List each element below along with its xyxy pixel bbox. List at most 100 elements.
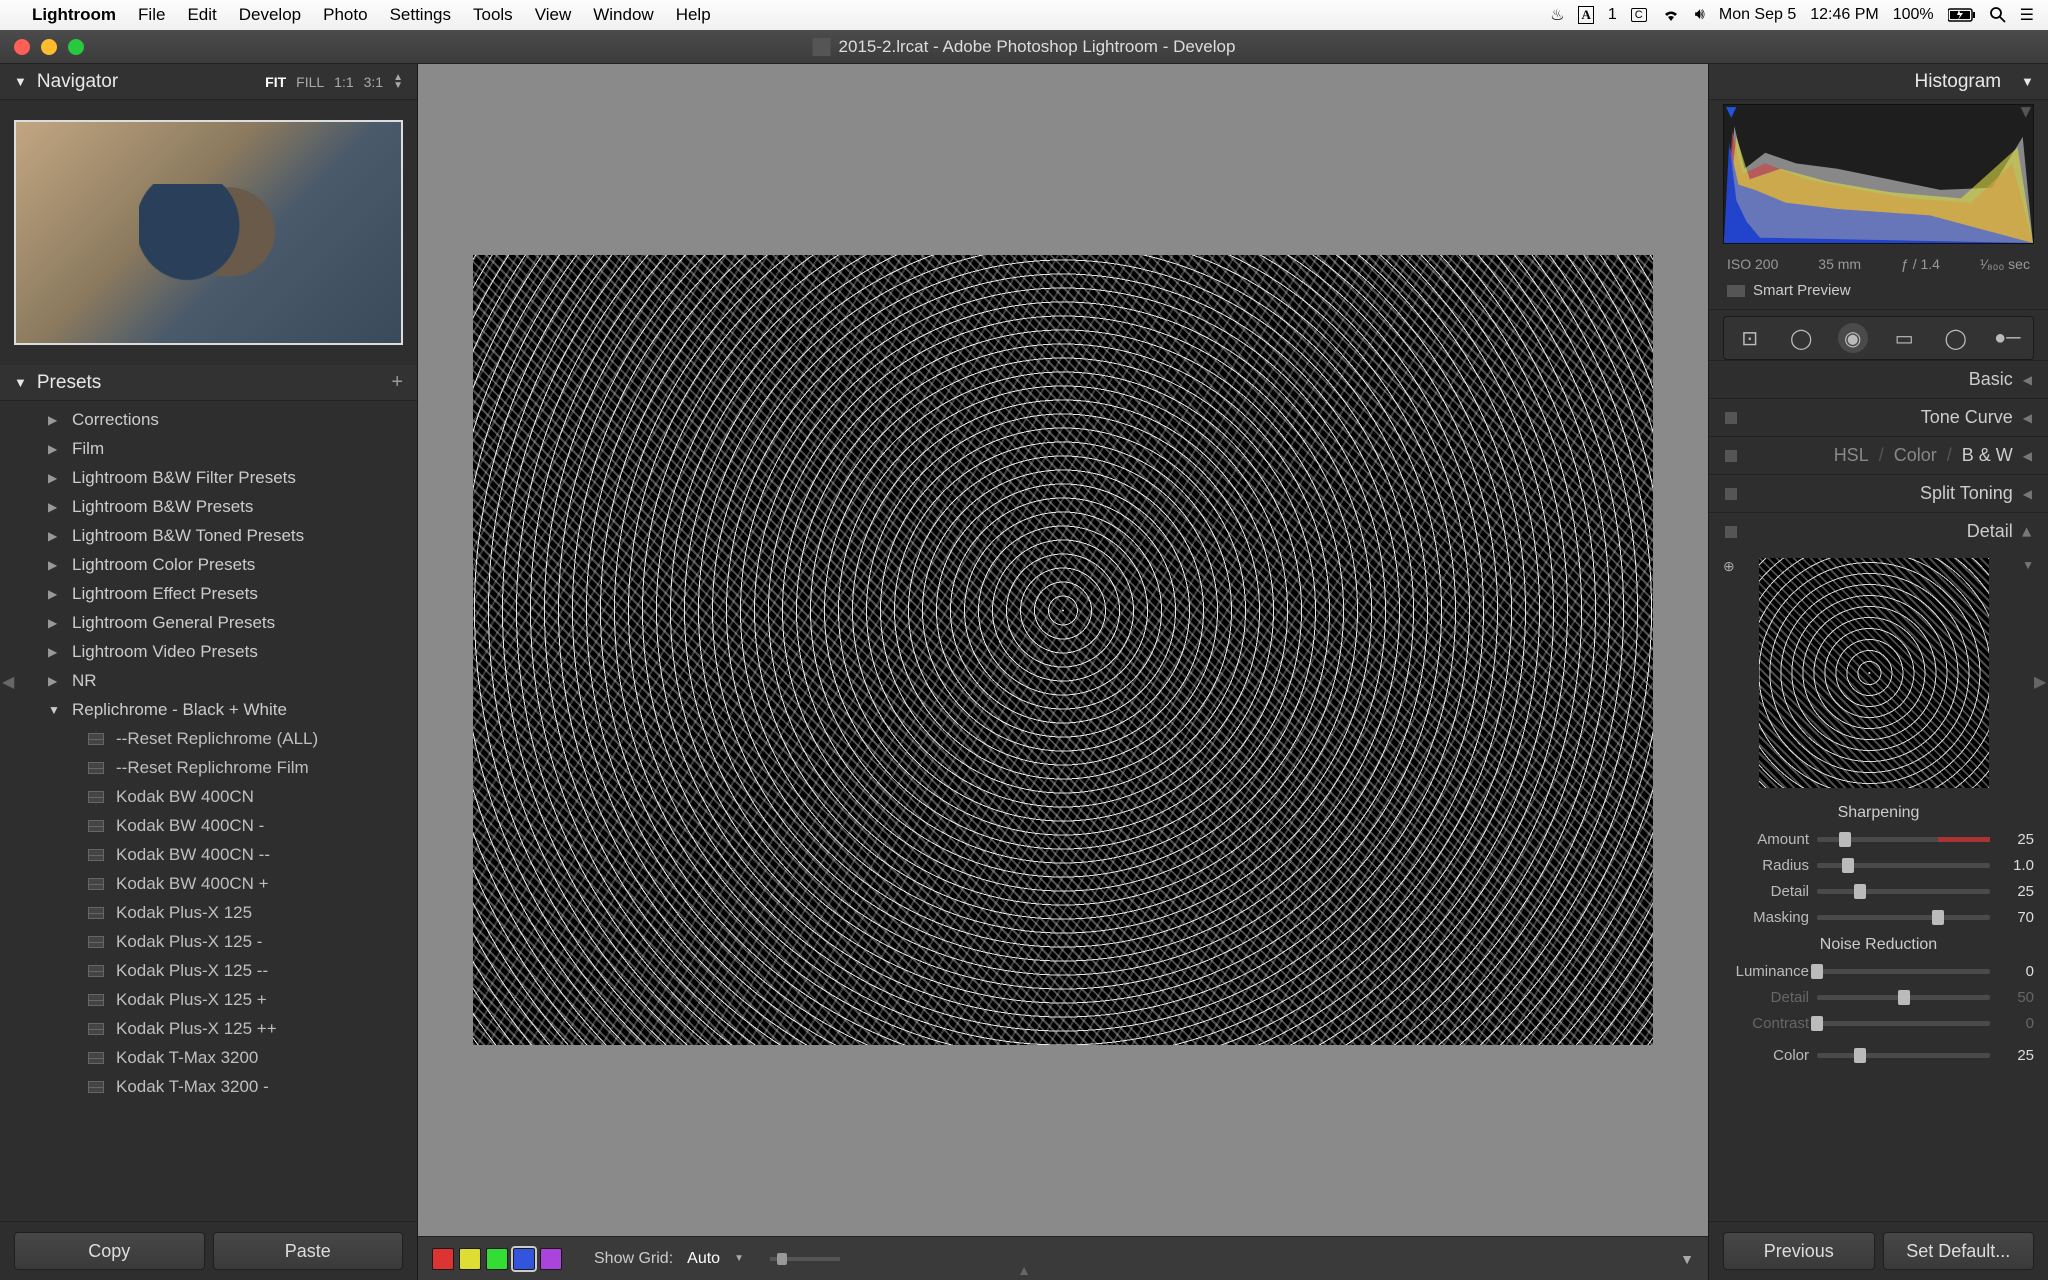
preset-folder[interactable]: ▶NR bbox=[14, 666, 417, 695]
slider-track[interactable] bbox=[1817, 995, 1990, 1000]
window-zoom-button[interactable] bbox=[68, 39, 84, 55]
menubar-app-name[interactable]: Lightroom bbox=[32, 5, 116, 25]
wifi-icon[interactable] bbox=[1661, 8, 1681, 22]
volume-icon[interactable]: 🔊︎ bbox=[1695, 6, 1705, 24]
main-image-preview[interactable] bbox=[473, 255, 1653, 1045]
slider-track[interactable] bbox=[1817, 915, 1990, 920]
redeye-tool-icon[interactable]: ◉ bbox=[1838, 323, 1868, 353]
label-blue[interactable] bbox=[513, 1248, 535, 1270]
preset-folder[interactable]: ▶Lightroom General Presets bbox=[14, 608, 417, 637]
previous-button[interactable]: Previous bbox=[1723, 1232, 1875, 1270]
menu-develop[interactable]: Develop bbox=[239, 5, 301, 25]
graduated-filter-tool-icon[interactable]: ▭ bbox=[1889, 323, 1919, 353]
slider-thumb[interactable] bbox=[1854, 1048, 1866, 1063]
preset-item[interactable]: Kodak Plus-X 125 bbox=[14, 898, 417, 927]
slider-track[interactable] bbox=[1817, 1021, 1990, 1026]
tab-bw[interactable]: B & W bbox=[1962, 445, 2013, 466]
navigator-thumbnail[interactable] bbox=[14, 120, 403, 345]
clock-time[interactable]: 12:46 PM bbox=[1810, 6, 1878, 24]
slider-value[interactable]: 25 bbox=[1998, 831, 2034, 848]
add-preset-button[interactable]: + bbox=[391, 371, 403, 394]
slider-track[interactable] bbox=[1817, 837, 1990, 842]
section-tone-curve[interactable]: Tone Curve◀ bbox=[1709, 398, 2048, 436]
preset-folder[interactable]: ▶Lightroom B&W Filter Presets bbox=[14, 463, 417, 492]
expand-bottom-arrow-icon[interactable]: ▲ bbox=[1017, 1262, 1031, 1278]
label-yellow[interactable] bbox=[459, 1248, 481, 1270]
tab-color[interactable]: Color bbox=[1894, 445, 1937, 466]
clock-day[interactable]: Mon Sep 5 bbox=[1719, 6, 1796, 24]
canvas-area[interactable] bbox=[418, 64, 1708, 1236]
histogram-display[interactable] bbox=[1723, 104, 2034, 244]
slider-value[interactable]: 70 bbox=[1998, 909, 2034, 926]
preset-item[interactable]: Kodak BW 400CN - bbox=[14, 811, 417, 840]
spot-removal-tool-icon[interactable]: ◯ bbox=[1786, 323, 1816, 353]
set-default-button[interactable]: Set Default... bbox=[1883, 1232, 2035, 1270]
menu-extras-icon[interactable]: ☰ bbox=[2020, 5, 2034, 25]
slider-thumb[interactable] bbox=[1839, 832, 1851, 847]
slider-thumb[interactable] bbox=[1842, 858, 1854, 873]
preset-item[interactable]: Kodak Plus-X 125 ++ bbox=[14, 1014, 417, 1043]
preset-item[interactable]: --Reset Replichrome Film bbox=[14, 753, 417, 782]
zoom-1to1[interactable]: 1:1 bbox=[334, 74, 353, 90]
preset-item[interactable]: --Reset Replichrome (ALL) bbox=[14, 724, 417, 753]
window-minimize-button[interactable] bbox=[41, 39, 57, 55]
preset-item[interactable]: Kodak BW 400CN bbox=[14, 782, 417, 811]
panel-switch-icon[interactable] bbox=[1725, 526, 1737, 538]
slider-value[interactable]: 25 bbox=[1998, 1047, 2034, 1064]
preset-folder[interactable]: ▶Lightroom Video Presets bbox=[14, 637, 417, 666]
menu-tools[interactable]: Tools bbox=[473, 5, 513, 25]
spotlight-icon[interactable] bbox=[1990, 7, 2006, 23]
crop-tool-icon[interactable]: ⊡ bbox=[1735, 323, 1765, 353]
slider-track[interactable] bbox=[1817, 863, 1990, 868]
slider-thumb[interactable] bbox=[1811, 1016, 1823, 1031]
zoom-stepper-icon[interactable]: ▲▼ bbox=[393, 74, 403, 90]
slider-thumb[interactable] bbox=[1854, 884, 1866, 899]
tab-hsl[interactable]: HSL bbox=[1834, 445, 1869, 466]
navigator-header[interactable]: ▼ Navigator FIT FILL 1:1 3:1 ▲▼ bbox=[0, 64, 417, 100]
chevron-down-icon[interactable]: ▼ bbox=[734, 1253, 744, 1264]
preset-folder[interactable]: ▼Replichrome - Black + White bbox=[14, 695, 417, 724]
menu-view[interactable]: View bbox=[535, 5, 572, 25]
slider-value[interactable]: 25 bbox=[1998, 883, 2034, 900]
chevron-down-icon[interactable]: ▼ bbox=[2022, 558, 2034, 572]
preset-item[interactable]: Kodak Plus-X 125 -- bbox=[14, 956, 417, 985]
preset-item[interactable]: Kodak BW 400CN + bbox=[14, 869, 417, 898]
zoom-fill[interactable]: FILL bbox=[296, 74, 324, 90]
section-basic[interactable]: Basic◀ bbox=[1709, 360, 2048, 398]
section-hsl[interactable]: HSL/ Color/ B & W ◀ bbox=[1709, 436, 2048, 474]
show-grid-value[interactable]: Auto bbox=[687, 1250, 720, 1268]
menu-window[interactable]: Window bbox=[593, 5, 653, 25]
slider-track[interactable] bbox=[1817, 969, 1990, 974]
menu-settings[interactable]: Settings bbox=[390, 5, 451, 25]
zoom-fit[interactable]: FIT bbox=[265, 74, 286, 90]
preset-item[interactable]: Kodak Plus-X 125 - bbox=[14, 927, 417, 956]
histogram-header[interactable]: Histogram ▼ bbox=[1709, 64, 2048, 100]
menu-photo[interactable]: Photo bbox=[323, 5, 367, 25]
slider-thumb[interactable] bbox=[1932, 910, 1944, 925]
menu-help[interactable]: Help bbox=[676, 5, 711, 25]
section-split-toning[interactable]: Split Toning◀ bbox=[1709, 474, 2048, 512]
slider-thumb[interactable] bbox=[1811, 964, 1823, 979]
preset-folder[interactable]: ▶Lightroom B&W Toned Presets bbox=[14, 521, 417, 550]
section-detail[interactable]: Detail◀ bbox=[1709, 512, 2048, 550]
zoom-3to1[interactable]: 3:1 bbox=[364, 74, 383, 90]
slider-track[interactable] bbox=[1817, 889, 1990, 894]
toolbar-options-icon[interactable]: ▼ bbox=[1680, 1251, 1694, 1267]
preset-item[interactable]: Kodak Plus-X 125 + bbox=[14, 985, 417, 1014]
slider-value[interactable]: 0 bbox=[1998, 963, 2034, 980]
panel-switch-icon[interactable] bbox=[1725, 450, 1737, 462]
presets-list[interactable]: ▶Corrections▶Film▶Lightroom B&W Filter P… bbox=[0, 401, 417, 1221]
battery-icon[interactable] bbox=[1948, 8, 1976, 22]
menu-edit[interactable]: Edit bbox=[187, 5, 216, 25]
radial-filter-tool-icon[interactable]: ◯ bbox=[1941, 323, 1971, 353]
label-purple[interactable] bbox=[540, 1248, 562, 1270]
adjustment-brush-tool-icon[interactable]: ●─ bbox=[1992, 323, 2022, 353]
preset-folder[interactable]: ▶Lightroom Effect Presets bbox=[14, 579, 417, 608]
presets-header[interactable]: ▼ Presets + bbox=[0, 365, 417, 401]
backblaze-icon[interactable]: ♨ bbox=[1550, 5, 1564, 25]
panel-switch-icon[interactable] bbox=[1725, 488, 1737, 500]
menu-file[interactable]: File bbox=[138, 5, 165, 25]
preset-folder[interactable]: ▶Lightroom B&W Presets bbox=[14, 492, 417, 521]
adobe-icon[interactable]: A bbox=[1578, 6, 1593, 24]
grid-size-slider[interactable] bbox=[770, 1257, 840, 1261]
